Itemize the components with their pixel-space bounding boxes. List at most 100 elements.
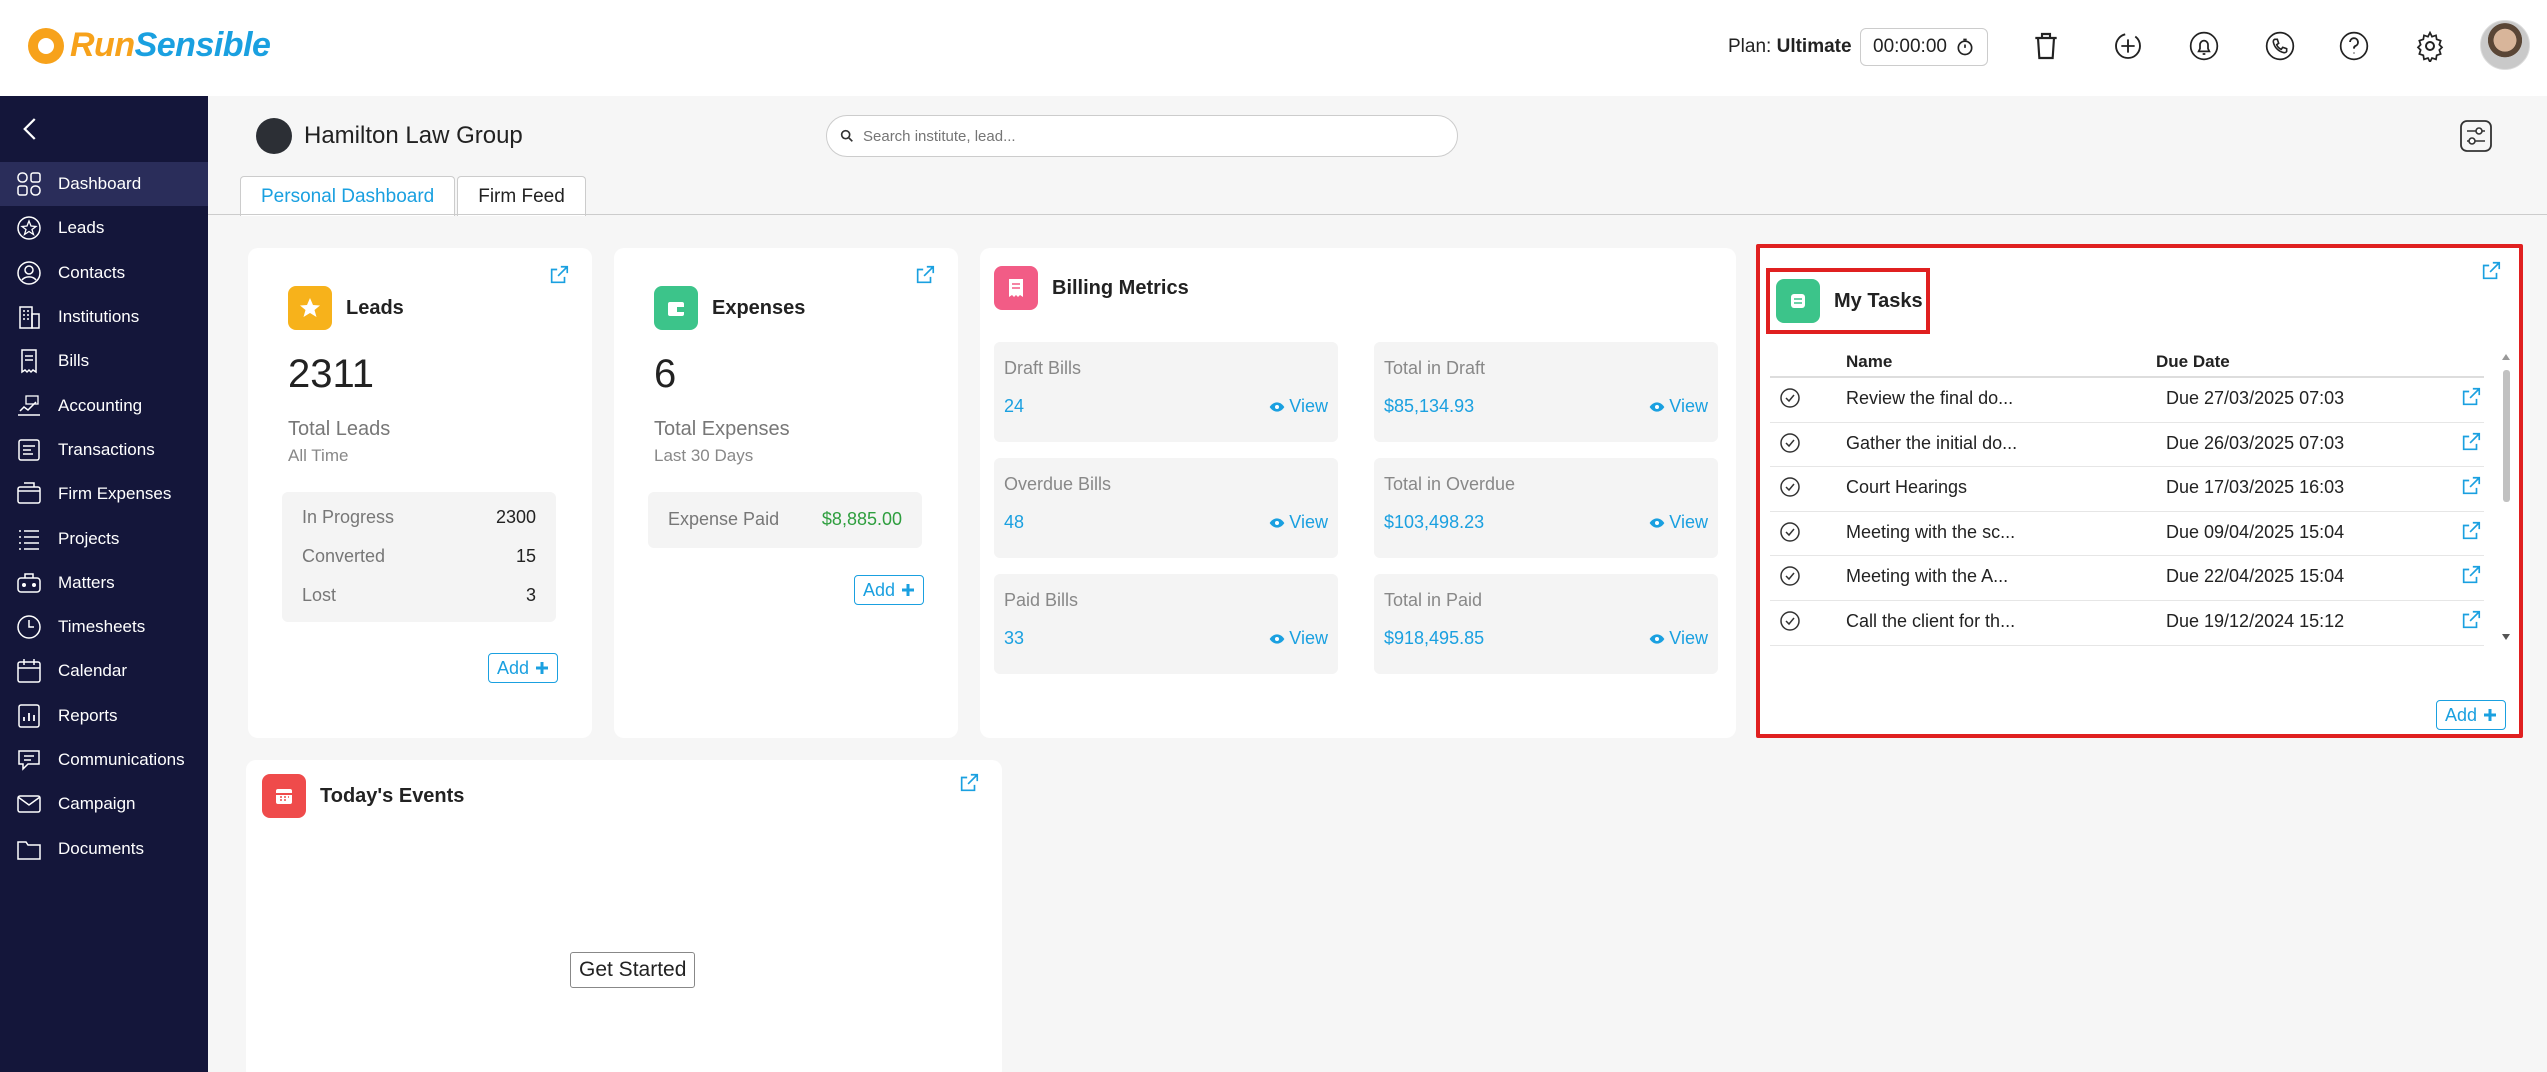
- trash-icon[interactable]: [2026, 26, 2066, 66]
- complete-task-icon[interactable]: [1778, 520, 1802, 544]
- stat-row-lost: Lost 3: [302, 585, 536, 605]
- timer-button[interactable]: 00:00:00: [1860, 28, 1988, 66]
- sidebar-item-calendar[interactable]: Calendar: [0, 649, 208, 693]
- add-time-icon[interactable]: [2108, 26, 2148, 66]
- open-task-icon[interactable]: [2460, 431, 2482, 453]
- open-external-icon[interactable]: [2480, 260, 2502, 282]
- view-total-in-overdue-button[interactable]: View: [1649, 512, 1708, 533]
- dashboard-settings-icon[interactable]: [2458, 118, 2494, 154]
- task-due-date: Due 27/03/2025 07:03: [2166, 388, 2345, 408]
- timer-value: 00:00:00: [1873, 36, 1947, 57]
- expenses-label: Total Expenses: [654, 418, 790, 440]
- complete-task-icon[interactable]: [1778, 609, 1802, 633]
- billing-box-value[interactable]: $85,134.93: [1384, 396, 1474, 417]
- eye-icon: [1649, 633, 1665, 644]
- complete-task-icon[interactable]: [1778, 475, 1802, 499]
- task-row[interactable]: Court Hearings Due 17/03/2025 16:03: [1770, 467, 2484, 512]
- sidebar-item-institutions[interactable]: Institutions: [0, 295, 208, 339]
- sidebar-item-reports[interactable]: Reports: [0, 694, 208, 738]
- sidebar-item-projects[interactable]: Projects: [0, 516, 208, 560]
- add-task-button[interactable]: Add: [2436, 700, 2507, 730]
- column-header-name[interactable]: Name: [1846, 352, 1892, 372]
- sidebar-item-bills[interactable]: Bills: [0, 339, 208, 383]
- sidebar-item-accounting[interactable]: Accounting: [0, 383, 208, 427]
- open-task-icon[interactable]: [2460, 475, 2482, 497]
- sidebar-item-label: Leads: [58, 218, 105, 238]
- sidebar-item-leads[interactable]: Leads: [0, 206, 208, 250]
- billing-box-value[interactable]: 33: [1004, 628, 1024, 649]
- main-content: Hamilton Law Group Personal Dashboard Fi…: [208, 96, 2547, 1072]
- task-row[interactable]: Gather the initial do... Due 26/03/2025 0…: [1770, 423, 2484, 468]
- help-icon[interactable]: [2334, 26, 2374, 66]
- billing-box-label: Draft Bills: [1004, 358, 1082, 378]
- search-input[interactable]: [863, 127, 1423, 145]
- sidebar-item-label: Dashboard: [58, 174, 142, 194]
- view-draft-bills-button[interactable]: View: [1269, 396, 1328, 417]
- expenses-count: 6: [654, 352, 677, 396]
- sidebar-item-label: Timesheets: [58, 617, 146, 637]
- tab-personal-dashboard[interactable]: Personal Dashboard: [240, 176, 456, 216]
- leads-card-header: Leads: [288, 286, 404, 330]
- billing-box-value[interactable]: 24: [1004, 396, 1024, 417]
- open-external-icon[interactable]: [914, 264, 936, 286]
- task-row[interactable]: Meeting with the sc... Due 09/04/2025 15:…: [1770, 512, 2484, 557]
- sidebar-item-label: Communications: [58, 750, 185, 769]
- column-header-due-date[interactable]: Due Date: [2156, 352, 2230, 372]
- sidebar-item-dashboard[interactable]: Dashboard: [0, 162, 208, 207]
- billing-box-label: Total in Paid: [1384, 590, 1483, 610]
- search-bar[interactable]: [826, 115, 1458, 157]
- tab-firm-feed[interactable]: Firm Feed: [457, 176, 586, 216]
- complete-task-icon[interactable]: [1778, 386, 1802, 410]
- brand-logo[interactable]: RunSensible: [28, 26, 271, 65]
- sidebar-item-matters[interactable]: Matters: [0, 561, 208, 605]
- billing-box-value[interactable]: $103,498.23: [1384, 512, 1484, 533]
- sidebar-item-communications[interactable]: Communications: [0, 738, 208, 782]
- phone-icon[interactable]: [2260, 26, 2300, 66]
- sidebar-item-transactions[interactable]: Transactions: [0, 428, 208, 472]
- open-task-icon[interactable]: [2460, 564, 2482, 586]
- open-external-icon[interactable]: [548, 264, 570, 286]
- user-avatar[interactable]: [2480, 20, 2530, 70]
- eye-icon: [1269, 401, 1285, 412]
- institutions-icon: [19, 306, 40, 329]
- complete-task-icon[interactable]: [1778, 431, 1802, 455]
- expenses-card: Expenses 6 Total Expenses Last 30 Days E…: [614, 248, 958, 738]
- view-overdue-bills-button[interactable]: View: [1269, 512, 1328, 533]
- add-expense-button[interactable]: Add: [854, 575, 925, 605]
- add-lead-button[interactable]: Add: [488, 653, 559, 683]
- view-paid-bills-button[interactable]: View: [1269, 628, 1328, 649]
- leads-stats: In Progress 2300 Converted 15 Lost 3: [282, 492, 556, 622]
- firm-logo: [256, 118, 292, 154]
- open-task-icon[interactable]: [2460, 520, 2482, 542]
- dashboard-tabs: Personal Dashboard Firm Feed: [240, 176, 586, 216]
- collapse-sidebar-icon[interactable]: [16, 114, 46, 144]
- bell-icon[interactable]: [2184, 26, 2224, 66]
- sidebar-item-contacts[interactable]: Contacts: [0, 251, 208, 295]
- sidebar-item-firm-expenses[interactable]: Firm Expenses: [0, 472, 208, 516]
- complete-task-icon[interactable]: [1778, 564, 1802, 588]
- billing-box-value[interactable]: 48: [1004, 512, 1024, 533]
- eye-icon: [1649, 517, 1665, 528]
- sidebar-item-documents[interactable]: Documents: [0, 826, 208, 870]
- task-name: Meeting with the sc...: [1846, 521, 2016, 542]
- sidebar-item-campaign[interactable]: Campaign: [0, 782, 208, 826]
- task-row[interactable]: Meeting with the A... Due 22/04/2025 15:0…: [1770, 556, 2484, 601]
- sidebar-item-label: Matters: [58, 572, 115, 592]
- billing-box-value[interactable]: $918,495.85: [1384, 628, 1484, 649]
- view-total-in-draft-button[interactable]: View: [1649, 396, 1708, 417]
- task-row[interactable]: Call the client for th... Due 19/12/2024 …: [1770, 601, 2484, 646]
- get-started-button[interactable]: Get Started: [570, 952, 696, 988]
- sidebar: Dashboard Leads Contacts Institutions Bills A…: [0, 96, 208, 1072]
- open-external-icon[interactable]: [958, 772, 980, 794]
- task-row[interactable]: Review the final do... Due 27/03/2025 07:…: [1770, 378, 2484, 423]
- open-task-icon[interactable]: [2460, 386, 2482, 408]
- calendar-icon: [17, 659, 41, 684]
- task-list-scrollbar[interactable]: [2500, 352, 2512, 642]
- sidebar-item-timesheets[interactable]: Timesheets: [0, 605, 208, 649]
- wallet-icon: [654, 286, 698, 330]
- open-task-icon[interactable]: [2460, 609, 2482, 631]
- gear-icon[interactable]: [2410, 26, 2450, 66]
- view-total-in-paid-button[interactable]: View: [1649, 628, 1708, 649]
- billing-box-overdue-bills: Overdue Bills 48 View: [994, 458, 1338, 558]
- billing-box-draft-bills: Draft Bills 24 View: [994, 342, 1338, 442]
